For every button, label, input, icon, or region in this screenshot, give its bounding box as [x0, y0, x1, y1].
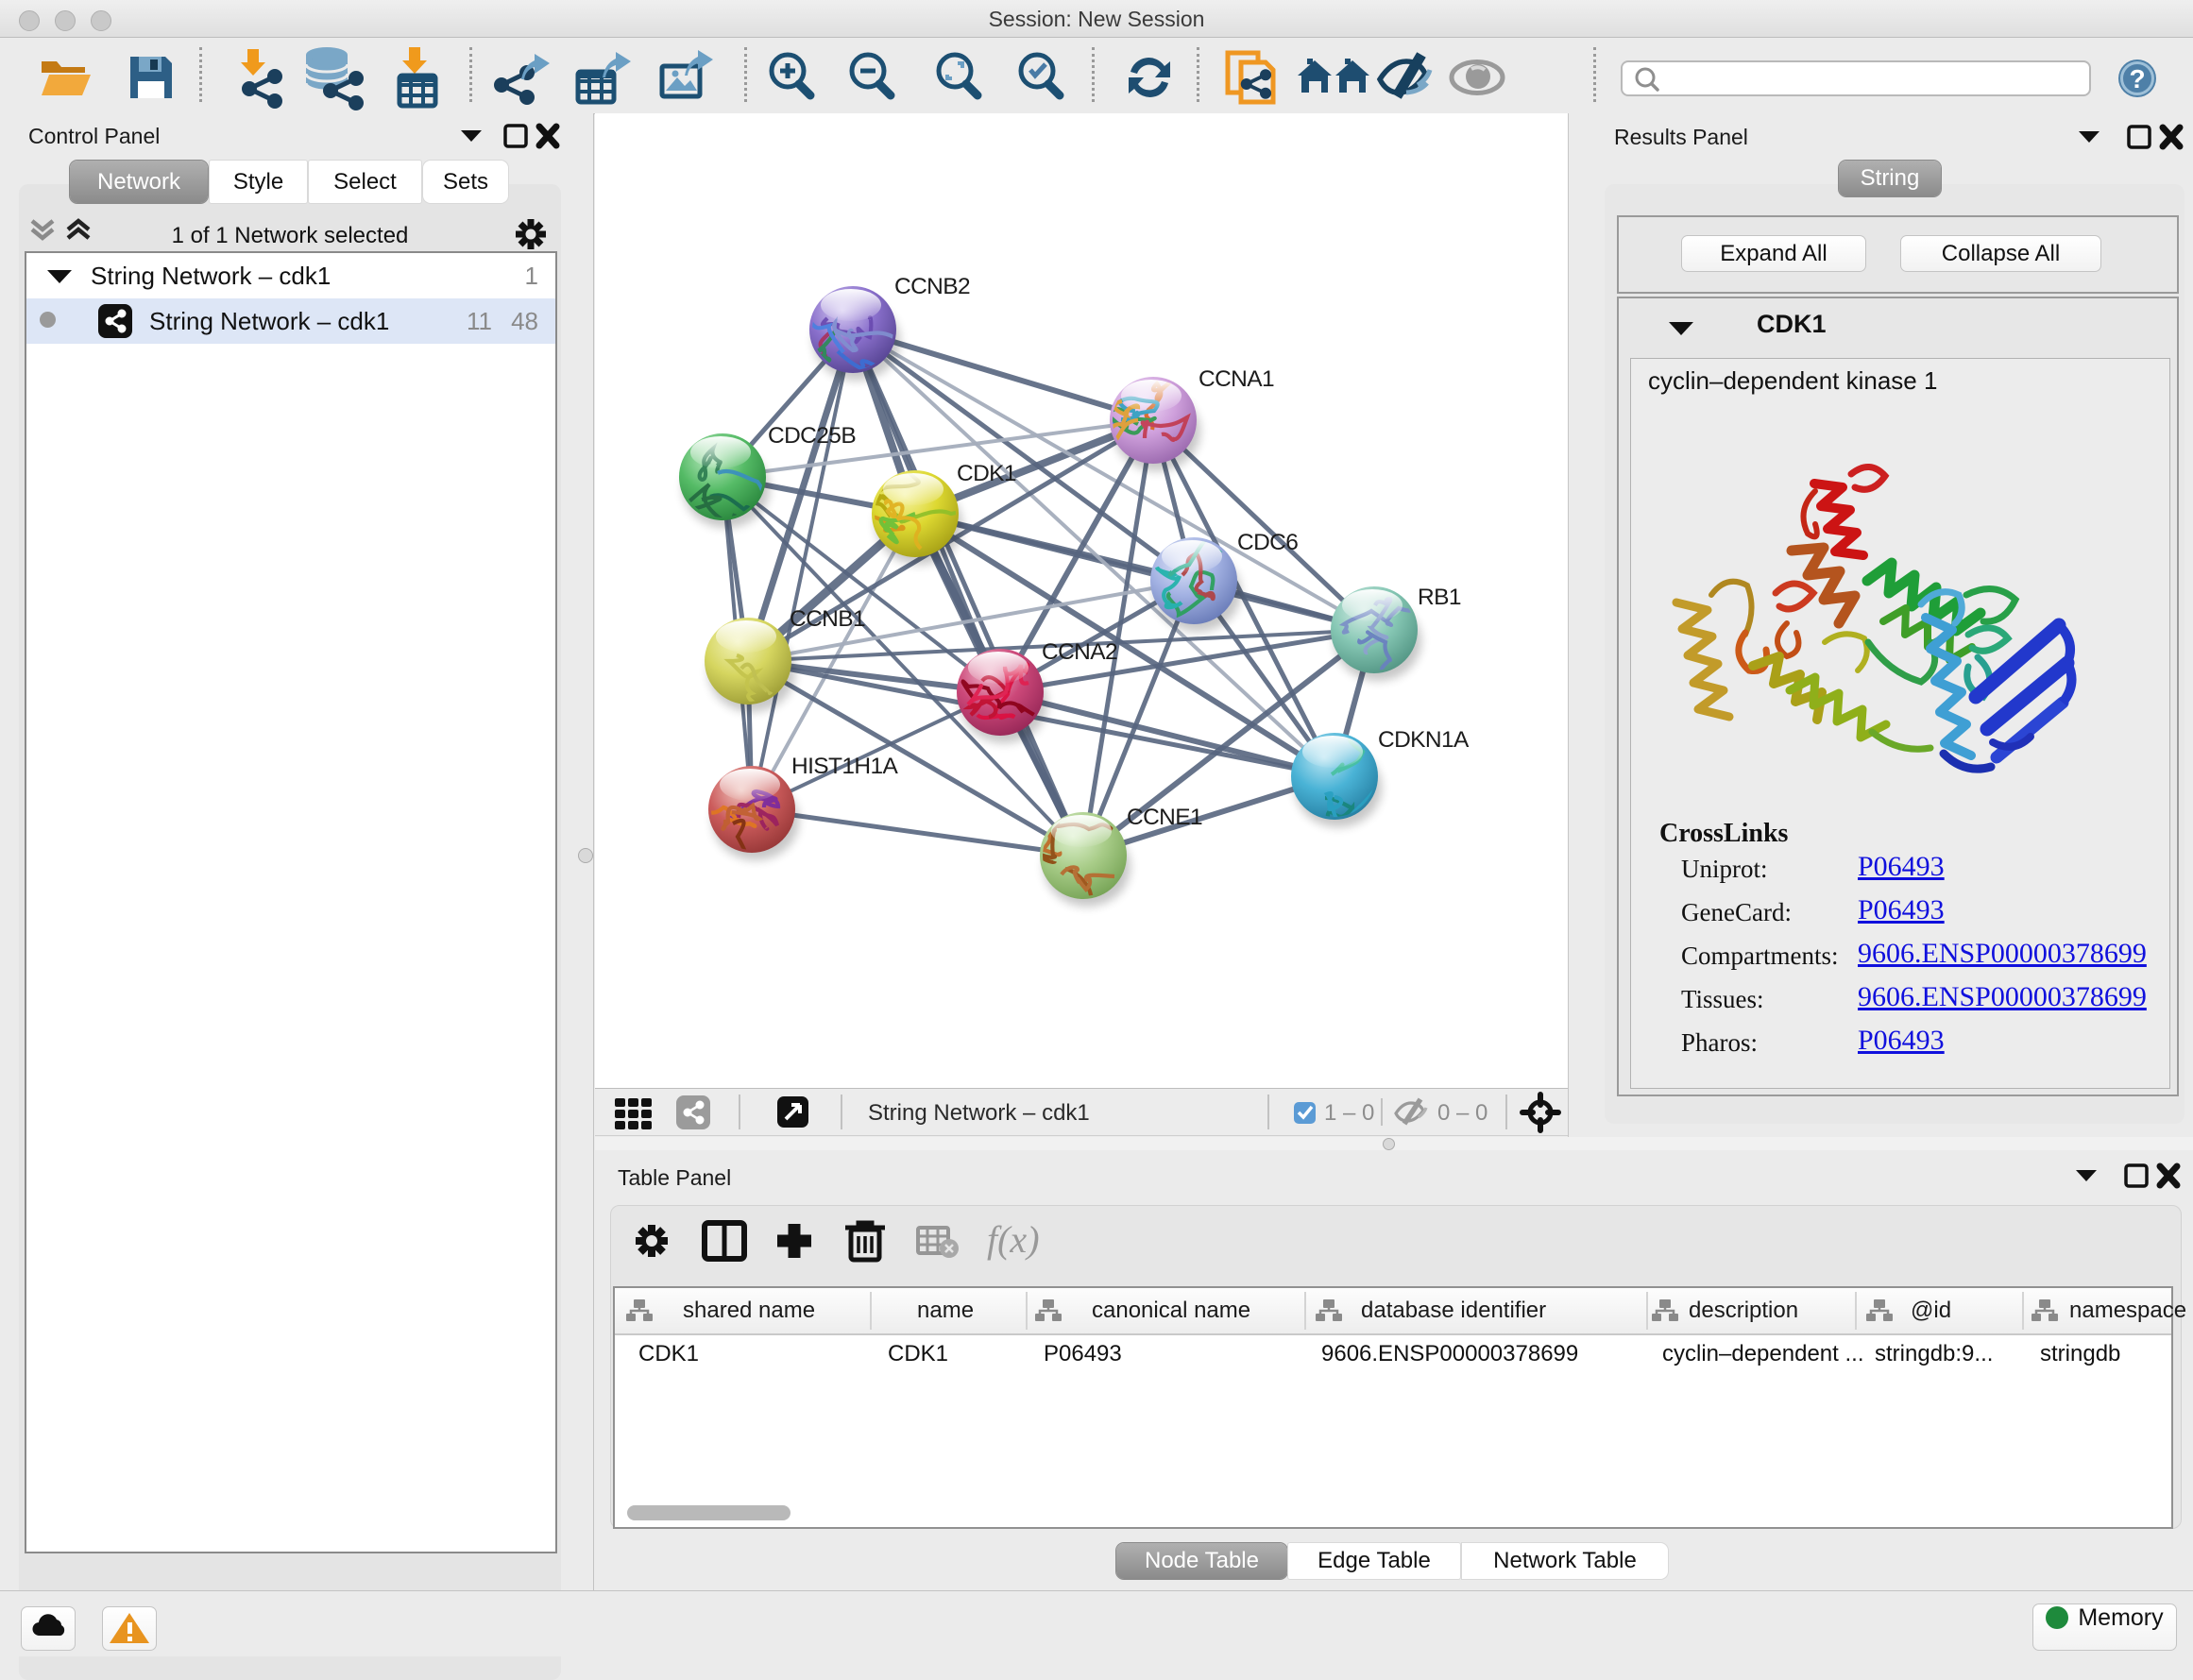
svg-text:CDK1: CDK1: [957, 461, 1016, 486]
svg-text:CDC6: CDC6: [1237, 530, 1298, 555]
svg-text:CCNE1: CCNE1: [1127, 805, 1202, 830]
svg-text:0 – 0: 0 – 0: [1437, 1100, 1488, 1126]
svg-text:CCNB2: CCNB2: [894, 274, 970, 299]
svg-text:?: ?: [2129, 64, 2145, 93]
svg-text:String Network – cdk1: String Network – cdk1: [868, 1100, 1090, 1126]
svg-text:CCNA2: CCNA2: [1042, 639, 1117, 665]
svg-text:CCNB1: CCNB1: [790, 606, 865, 632]
svg-text:HIST1H1A: HIST1H1A: [791, 754, 899, 779]
svg-text:CCNA1: CCNA1: [1198, 366, 1274, 392]
svg-text:1 – 0: 1 – 0: [1324, 1100, 1374, 1126]
svg-text:f(x): f(x): [987, 1218, 1040, 1261]
svg-text:RB1: RB1: [1418, 585, 1461, 610]
svg-text:CDC25B: CDC25B: [768, 423, 856, 449]
svg-text:CDKN1A: CDKN1A: [1378, 727, 1470, 753]
